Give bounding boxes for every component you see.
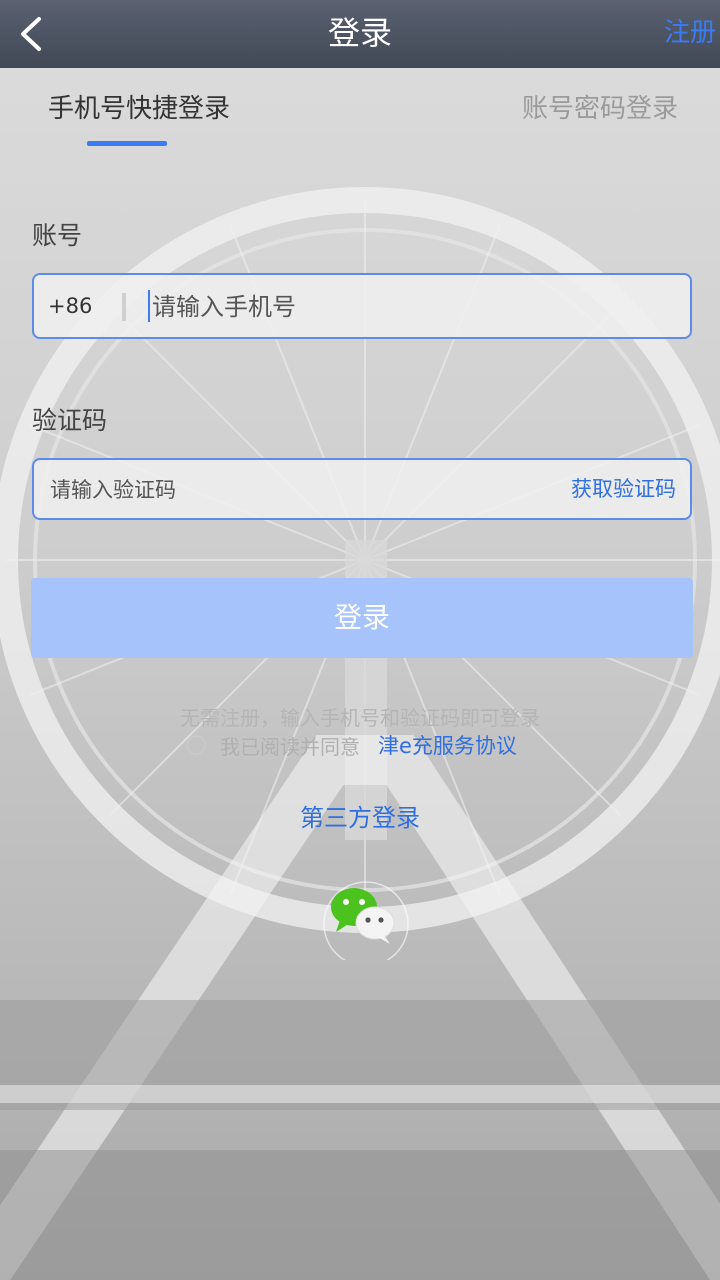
- login-hint: 无需注册，输入手机号和验证码即可登录: [180, 706, 540, 730]
- country-code: +86: [48, 294, 93, 318]
- active-tab-indicator: [87, 141, 167, 146]
- get-code-button[interactable]: 获取验证码: [571, 460, 676, 518]
- phone-input[interactable]: [150, 275, 674, 339]
- verification-code-field: 获取验证码: [32, 458, 692, 520]
- tab-quick-login[interactable]: 手机号快捷登录: [48, 88, 230, 125]
- agreement-checkbox[interactable]: [186, 735, 206, 755]
- top-navigation-bar: 登录 注册: [0, 0, 720, 68]
- register-link[interactable]: 注册: [664, 0, 716, 68]
- phone-field: +86: [32, 273, 692, 339]
- verification-code-input[interactable]: [48, 460, 532, 520]
- verification-code-label: 验证码: [32, 406, 108, 435]
- login-button[interactable]: 登录: [31, 578, 693, 658]
- wechat-login-button[interactable]: [322, 880, 412, 967]
- service-agreement-link[interactable]: 津e充服务协议: [378, 730, 517, 760]
- third-party-login-title: 第三方登录: [300, 804, 420, 832]
- prefix-divider: [122, 293, 126, 321]
- agreement-row: 我已阅读并同意 津e充服务协议: [186, 731, 517, 759]
- agreement-text: 我已阅读并同意: [220, 734, 360, 759]
- account-label: 账号: [32, 221, 83, 250]
- wechat-icon: [323, 881, 409, 967]
- page-title: 登录: [327, 14, 392, 52]
- tab-password-login[interactable]: 账号密码登录: [522, 88, 678, 125]
